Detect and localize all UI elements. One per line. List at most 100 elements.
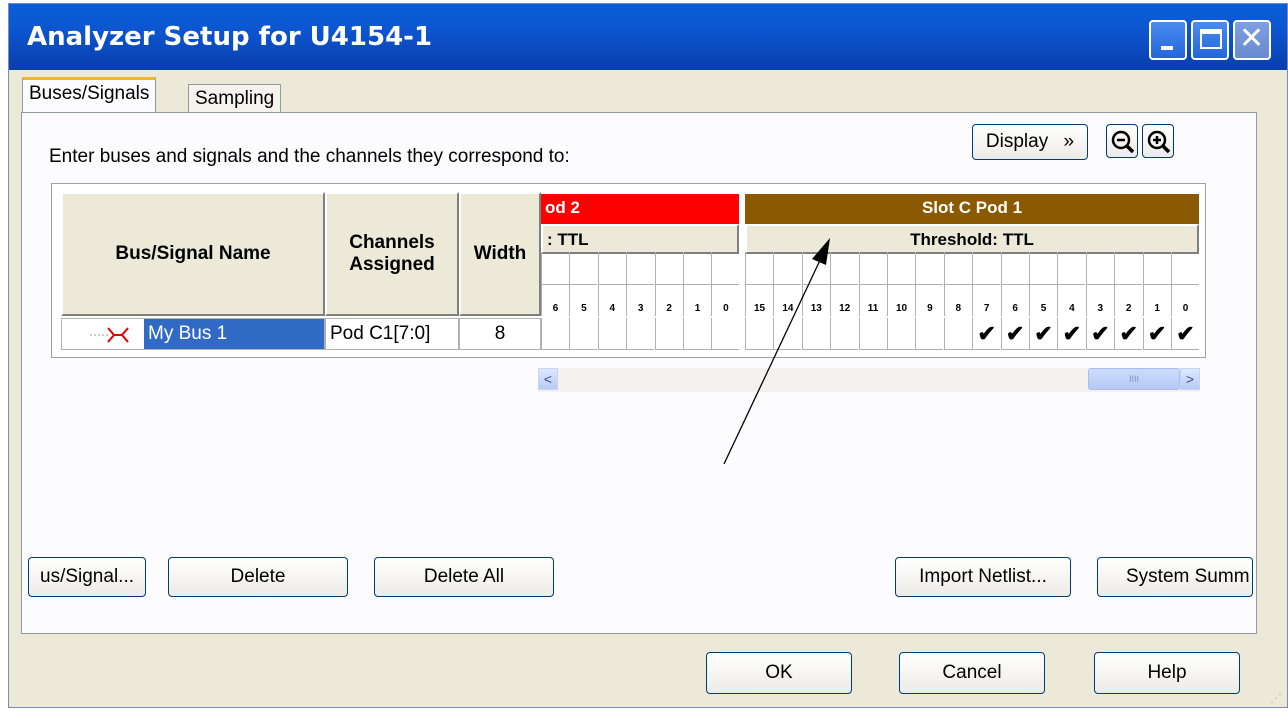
- channel-assignment-cell[interactable]: ✔: [1029, 318, 1057, 350]
- zoom-out-button[interactable]: [1106, 124, 1138, 158]
- horizontal-scrollbar[interactable]: < IIII >: [538, 368, 1200, 392]
- channel-assignment-cell[interactable]: [569, 318, 598, 350]
- channel-assignment-cell[interactable]: [915, 318, 944, 350]
- zoom-in-button[interactable]: [1142, 124, 1174, 158]
- pod-header-slot-c-pod-1: Slot C Pod 1: [745, 194, 1199, 224]
- zoom-in-icon: [1147, 130, 1171, 154]
- checkmark-icon: ✔: [1147, 321, 1167, 346]
- minimize-button[interactable]: [1149, 20, 1187, 60]
- channel-assignment-cell[interactable]: [597, 318, 626, 350]
- channel-number: 0: [1182, 303, 1189, 314]
- close-icon: ✕: [1239, 22, 1265, 55]
- channel-assignment-cell[interactable]: [541, 318, 569, 350]
- display-dropdown-button[interactable]: Display »: [972, 124, 1088, 160]
- display-label: Display: [985, 131, 1049, 152]
- channel-column-header: 4: [597, 252, 626, 316]
- checkmark-icon: ✔: [1091, 321, 1110, 346]
- pod-2-threshold[interactable]: : TTL: [541, 224, 739, 254]
- channel-number: 1: [694, 303, 701, 314]
- channel-header-divider: [802, 284, 830, 285]
- import-netlist-button[interactable]: Import Netlist...: [895, 557, 1071, 597]
- channel-assignment-cell[interactable]: ✔: [1142, 318, 1171, 350]
- channel-header-divider: [746, 284, 773, 285]
- channel-assignment-cell[interactable]: ✔: [1085, 318, 1114, 350]
- channel-number: 5: [1040, 303, 1047, 314]
- channel-header-divider: [598, 284, 626, 285]
- scroll-thumb[interactable]: IIII: [1088, 368, 1180, 390]
- channel-header-divider: [1143, 284, 1171, 285]
- instructions-text: Enter buses and signals and the channels…: [49, 146, 570, 167]
- channel-number: 4: [1069, 303, 1075, 314]
- resize-grip-icon[interactable]: ⋰: [1270, 691, 1282, 705]
- bus-name-text[interactable]: My Bus 1: [144, 319, 324, 349]
- channel-header-divider: [570, 284, 598, 285]
- channel-header-divider: [831, 284, 859, 285]
- channel-header-divider: [944, 284, 972, 285]
- system-summary-button[interactable]: System Summ: [1097, 557, 1253, 597]
- checkmark-icon: ✔: [1062, 321, 1082, 346]
- channel-assignment-cell[interactable]: [711, 318, 740, 350]
- channel-assignment-cell[interactable]: ✔: [972, 318, 1001, 350]
- channel-assignment-cell[interactable]: [830, 318, 859, 350]
- channel-assignment-cell[interactable]: [887, 318, 915, 350]
- channel-assignment-cell[interactable]: [801, 318, 830, 350]
- channel-header-divider: [973, 284, 1001, 285]
- channel-assignment-cell[interactable]: [858, 318, 887, 350]
- delete-all-button[interactable]: Delete All: [374, 557, 554, 597]
- add-bus-signal-button[interactable]: us/Signal...: [28, 557, 146, 597]
- channel-header-divider: [712, 284, 740, 285]
- maximize-button[interactable]: [1191, 20, 1229, 60]
- pod-2-label: od 2: [545, 198, 580, 217]
- pod-1-threshold[interactable]: Threshold: TTL: [745, 224, 1199, 254]
- bus-name-cell[interactable]: My Bus 1: [61, 318, 325, 350]
- channel-header-divider: [916, 284, 944, 285]
- bus-icon: [90, 327, 129, 343]
- chevron-left-icon: <: [543, 371, 553, 387]
- channel-column-header: 6: [1000, 252, 1029, 316]
- cancel-button[interactable]: Cancel: [899, 652, 1045, 694]
- channel-assignment-cell[interactable]: [654, 318, 683, 350]
- channel-assignment-cell[interactable]: [626, 318, 655, 350]
- channel-header-divider: [1172, 284, 1199, 285]
- channel-header-divider: [1115, 284, 1143, 285]
- scroll-right-button[interactable]: >: [1180, 368, 1200, 390]
- header-width[interactable]: Width: [459, 192, 541, 316]
- channel-header-divider: [859, 284, 887, 285]
- width-cell[interactable]: 8: [459, 318, 541, 350]
- channel-number: 3: [1097, 303, 1104, 314]
- checkmark-icon: ✔: [1005, 321, 1025, 346]
- channel-header-divider: [627, 284, 655, 285]
- channel-assignment-cell[interactable]: [773, 318, 802, 350]
- close-button[interactable]: ✕: [1233, 20, 1271, 60]
- channel-column-header: 15: [745, 252, 773, 316]
- tab-buses-signals[interactable]: Buses/Signals: [22, 77, 157, 113]
- header-bus-signal-name[interactable]: Bus/Signal Name: [61, 192, 325, 316]
- channel-assignment-cell[interactable]: [745, 318, 773, 350]
- help-button[interactable]: Help: [1094, 652, 1240, 694]
- header-channels-assigned[interactable]: Channels Assigned: [325, 192, 459, 316]
- channel-number: 2: [1125, 303, 1132, 314]
- channel-column-header: 9: [915, 252, 944, 316]
- channel-assignment-cell[interactable]: ✔: [1114, 318, 1143, 350]
- channel-column-header: 7: [972, 252, 1001, 316]
- delete-button[interactable]: Delete: [168, 557, 348, 597]
- channel-column-header: 11: [858, 252, 887, 316]
- channel-header-divider: [542, 284, 569, 285]
- channel-assignment-cell[interactable]: ✔: [1000, 318, 1029, 350]
- channel-assignment-cell[interactable]: [683, 318, 711, 350]
- tab-sampling[interactable]: Sampling: [188, 84, 282, 114]
- channels-assigned-cell[interactable]: Pod C1[7:0]: [325, 318, 459, 350]
- scroll-left-button[interactable]: <: [538, 368, 558, 390]
- channel-assignment-cell[interactable]: ✔: [1171, 318, 1199, 350]
- ok-button[interactable]: OK: [706, 652, 852, 694]
- channel-number: 7: [983, 303, 990, 314]
- channel-assignment-cell[interactable]: ✔: [1057, 318, 1086, 350]
- channel-assignment-cell[interactable]: [943, 318, 972, 350]
- title-bar[interactable]: Analyzer Setup for U4154-1 ✕: [9, 4, 1287, 70]
- checkmark-icon: ✔: [1119, 321, 1138, 346]
- checkmark-icon: ✔: [1034, 321, 1053, 346]
- channel-header-divider: [888, 284, 915, 285]
- channel-column-header: 6: [541, 252, 569, 316]
- channel-number: 6: [552, 303, 559, 314]
- channel-column-header: 3: [626, 252, 655, 316]
